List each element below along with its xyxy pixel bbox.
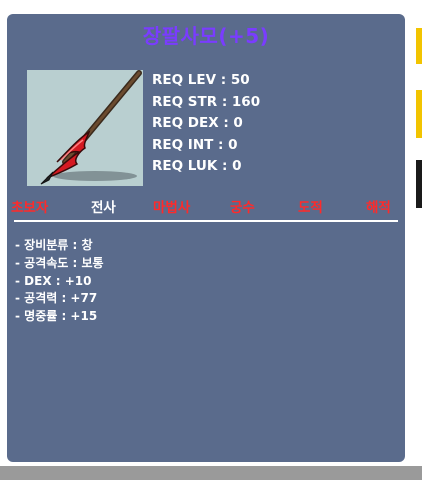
- job-thief: 도적: [298, 200, 323, 216]
- req-str: REQ STR : 160: [152, 93, 261, 110]
- stat-attack-speed: - 공격속도 : 보통: [15, 255, 104, 270]
- stats-list: - 장비분류 : 창 - 공격속도 : 보통 - DEX : +10 - 공격력…: [15, 237, 104, 326]
- bottom-bar: [0, 466, 422, 480]
- stat-accuracy: - 명중률 : +15: [15, 309, 98, 324]
- requirements-list: REQ LEV : 50 REQ STR : 160 REQ DEX : 0 R…: [152, 70, 260, 178]
- job-warrior: 전사: [91, 200, 116, 216]
- req-dex: REQ DEX : 0: [152, 115, 243, 131]
- job-bowman: 궁수: [230, 200, 255, 216]
- background-fragment: [416, 160, 422, 208]
- spear-icon: [27, 70, 143, 186]
- stat-dex: - DEX : +10: [15, 273, 92, 288]
- item-name: 장팔사모(+5): [142, 24, 270, 48]
- job-pirate: 해적: [366, 200, 391, 216]
- job-magician: 마법사: [153, 200, 191, 216]
- req-int: REQ INT : 0: [152, 136, 238, 153]
- item-tooltip: 장팔사모(+5) REQ LEV : 50 REQ STR : 160 REQ …: [7, 14, 405, 462]
- background-fragment: [416, 90, 422, 138]
- stat-attack: - 공격력 : +77: [15, 291, 98, 306]
- background-fragments: [416, 0, 422, 480]
- background-fragment: [416, 28, 422, 64]
- job-beginner: 초보자: [11, 200, 49, 216]
- req-level: REQ LEV : 50: [152, 72, 250, 88]
- job-list: 초보자 전사 마법사 궁수 도적 해적: [7, 196, 405, 218]
- req-luk: REQ LUK : 0: [152, 158, 242, 174]
- divider: [14, 220, 398, 222]
- stat-category: - 장비분류 : 창: [15, 238, 93, 252]
